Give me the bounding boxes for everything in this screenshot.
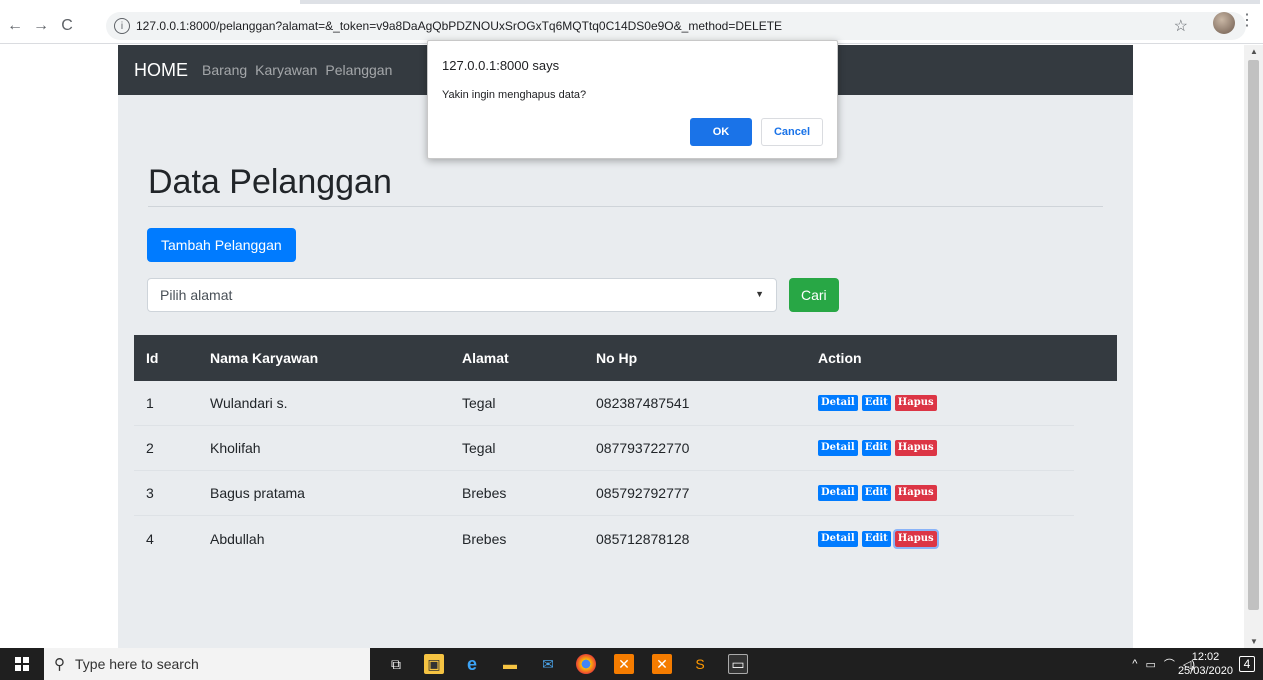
detail-button[interactable]: Detail <box>818 395 858 411</box>
cell-hp: 085792792777 <box>596 485 690 501</box>
cell-nama: Wulandari s. <box>210 395 288 411</box>
cell-id: 4 <box>146 530 154 547</box>
edit-button[interactable]: Edit <box>861 440 891 456</box>
file-explorer-icon[interactable]: ▬ <box>500 654 520 674</box>
xampp-icon[interactable]: ✕ <box>614 654 634 674</box>
dialog-message: Yakin ingin menghapus data? <box>442 89 587 101</box>
header-alamat: Alamat <box>462 350 509 366</box>
notification-icon[interactable]: 4 <box>1239 656 1255 672</box>
forward-arrow-icon[interactable]: → <box>30 15 52 37</box>
detail-button[interactable]: Detail <box>818 485 858 501</box>
nav-link-karyawan[interactable]: Karyawan <box>255 62 317 78</box>
cell-id: 3 <box>146 485 154 501</box>
cell-nama: Kholifah <box>210 440 261 456</box>
url-text[interactable]: 127.0.0.1:8000/pelanggan?alamat=&_token=… <box>136 19 782 33</box>
task-view-icon[interactable]: ⧉ <box>386 654 406 674</box>
cell-id: 1 <box>146 395 154 411</box>
taskbar-search[interactable]: ⚲ Type here to search <box>44 648 370 680</box>
title-divider <box>148 206 1103 207</box>
cell-action: Detail Edit Hapus <box>818 471 941 515</box>
table-row: 4 Abdullah Brebes 085712878128 Detail Ed… <box>134 516 1074 561</box>
nav-link-pelanggan[interactable]: Pelanggan <box>325 62 392 78</box>
delete-button[interactable]: Hapus <box>894 485 937 501</box>
cell-nama: Abdullah <box>210 530 265 547</box>
scrollbar-thumb[interactable] <box>1248 60 1259 610</box>
clock-time: 12:02 <box>1191 651 1220 663</box>
table-row: 1 Wulandari s. Tegal 082387487541 Detail… <box>134 381 1074 426</box>
cell-alamat: Tegal <box>462 440 496 456</box>
table-row: 3 Bagus pratama Brebes 085792792777 Deta… <box>134 471 1074 516</box>
cell-nama: Bagus pratama <box>210 485 305 501</box>
browser-toolbar: ← → C i 127.0.0.1:8000/pelanggan?alamat=… <box>0 8 1263 44</box>
start-button[interactable] <box>0 648 44 680</box>
header-nama: Nama Karyawan <box>210 350 319 366</box>
navbar-brand[interactable]: HOME <box>134 60 188 81</box>
cell-action: Detail Edit Hapus <box>818 516 941 561</box>
header-hp: No Hp <box>596 350 638 366</box>
info-icon[interactable]: i <box>114 18 130 34</box>
scroll-down-icon[interactable]: ▼ <box>1250 637 1258 646</box>
chevron-down-icon: ▼ <box>755 289 764 299</box>
clock-date: 25/03/2020 <box>1177 665 1233 677</box>
cell-alamat: Brebes <box>462 530 507 547</box>
header-action: Action <box>818 350 862 366</box>
cell-alamat: Tegal <box>462 395 496 411</box>
address-select-value: Pilih alamat <box>160 287 233 303</box>
search-button[interactable]: Cari <box>789 278 839 312</box>
back-arrow-icon[interactable]: ← <box>4 15 26 37</box>
cell-hp: 082387487541 <box>596 395 690 411</box>
confirm-dialog: 127.0.0.1:8000 says Yakin ingin menghapu… <box>427 40 838 159</box>
table-row: 2 Kholifah Tegal 087793722770 Detail Edi… <box>134 426 1074 471</box>
tab-strip-line <box>300 0 1260 4</box>
table-body: 1 Wulandari s. Tegal 082387487541 Detail… <box>134 381 1074 561</box>
xampp-control-icon[interactable]: ✕ <box>652 654 672 674</box>
dialog-cancel-button[interactable]: Cancel <box>761 118 823 146</box>
delete-button[interactable]: Hapus <box>894 395 937 411</box>
battery-icon[interactable]: ▭ <box>1145 658 1155 671</box>
customer-table: Id Nama Karyawan Alamat No Hp Action 1 W… <box>134 335 1117 561</box>
address-select[interactable]: Pilih alamat ▼ <box>147 278 777 312</box>
cell-id: 2 <box>146 440 154 456</box>
dialog-origin: 127.0.0.1:8000 says <box>442 58 560 73</box>
edit-button[interactable]: Edit <box>861 485 891 501</box>
reload-icon[interactable]: C <box>56 15 78 37</box>
sublime-text-icon[interactable]: S <box>690 654 710 674</box>
windows-icon <box>15 657 29 671</box>
delete-button[interactable]: Hapus <box>894 440 937 456</box>
detail-button[interactable]: Detail <box>818 530 858 547</box>
table-header: Id Nama Karyawan Alamat No Hp Action <box>134 335 1117 381</box>
chevron-up-icon[interactable]: ^ <box>1132 658 1137 670</box>
wifi-icon[interactable]: ⌒ <box>1164 656 1175 672</box>
detail-button[interactable]: Detail <box>818 440 858 456</box>
store-icon[interactable]: ▣ <box>424 654 444 674</box>
bookmark-star-icon[interactable]: ☆ <box>1174 16 1188 36</box>
address-bar[interactable]: i 127.0.0.1:8000/pelanggan?alamat=&_toke… <box>106 12 1246 40</box>
edit-button[interactable]: Edit <box>861 530 891 547</box>
terminal-icon[interactable]: ▭ <box>728 654 748 674</box>
taskbar: ⚲ Type here to search ⧉ ▣ e ▬ ✉ ✕ ✕ S ▭ … <box>0 648 1263 680</box>
header-id: Id <box>146 350 159 366</box>
add-customer-button[interactable]: Tambah Pelanggan <box>147 228 296 262</box>
chrome-icon[interactable] <box>576 654 596 674</box>
taskbar-search-placeholder: Type here to search <box>75 656 199 672</box>
page-scrollbar[interactable]: ▲ ▼ <box>1244 45 1263 648</box>
tab-strip <box>0 0 1263 6</box>
cell-hp: 087793722770 <box>596 440 690 456</box>
cell-alamat: Brebes <box>462 485 507 501</box>
mail-icon[interactable]: ✉ <box>538 654 558 674</box>
dialog-ok-button[interactable]: OK <box>690 118 752 146</box>
edit-button[interactable]: Edit <box>861 395 891 411</box>
edge-icon[interactable]: e <box>462 654 482 674</box>
scroll-up-icon[interactable]: ▲ <box>1250 47 1258 56</box>
taskbar-clock[interactable]: 12:02 25/03/2020 <box>1178 650 1233 678</box>
cell-action: Detail Edit Hapus <box>818 381 941 425</box>
cell-action: Detail Edit Hapus <box>818 426 941 470</box>
browser-menu-icon[interactable]: ⋮ <box>1239 10 1255 30</box>
cell-hp: 085712878128 <box>596 530 690 547</box>
delete-button[interactable]: Hapus <box>892 528 939 549</box>
page-title: Data Pelanggan <box>148 163 392 201</box>
profile-avatar[interactable] <box>1213 12 1235 34</box>
search-icon: ⚲ <box>54 656 65 673</box>
nav-link-barang[interactable]: Barang <box>202 62 247 78</box>
